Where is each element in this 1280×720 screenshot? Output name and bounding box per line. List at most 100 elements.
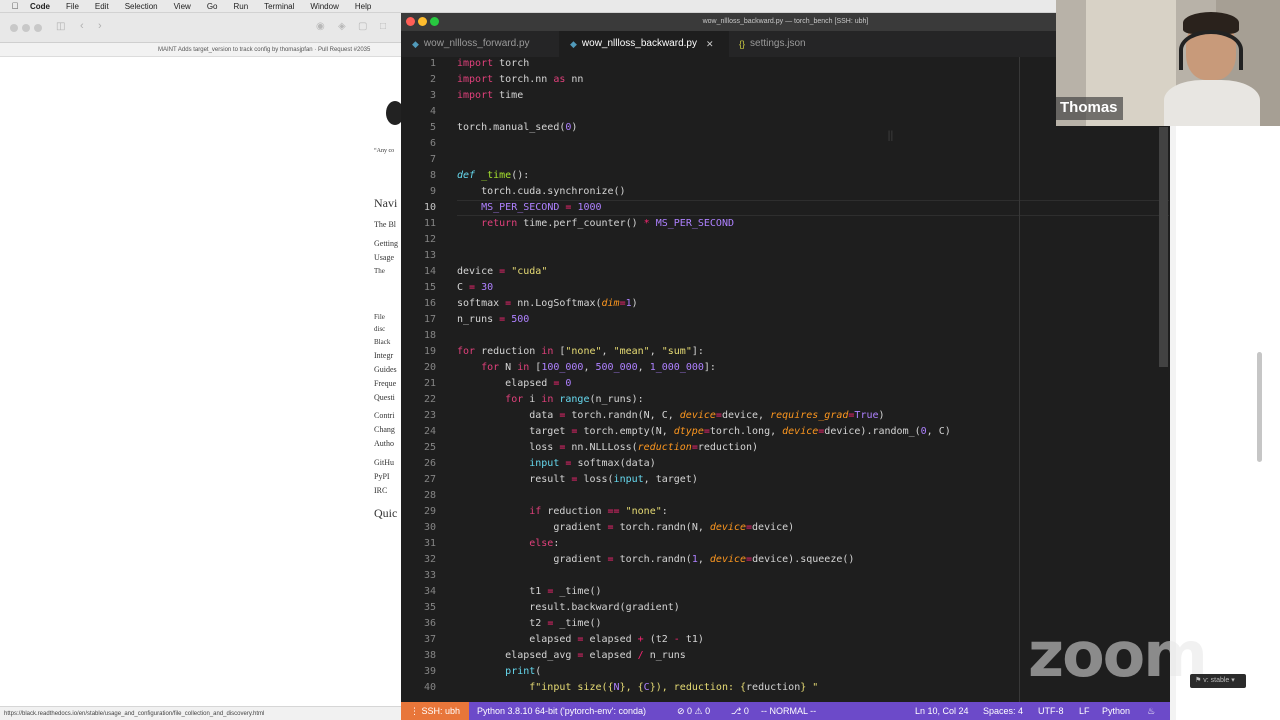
notifications-bell-icon[interactable]: ♨ bbox=[1147, 702, 1155, 720]
docs-nav-item[interactable]: Getting bbox=[374, 239, 398, 248]
docs-nav-item[interactable]: The Bl bbox=[374, 220, 396, 229]
code-line[interactable]: t2 = _time() bbox=[457, 616, 601, 632]
tab-settings[interactable]: {} settings.json bbox=[729, 31, 839, 57]
code-line[interactable]: return time.perf_counter() * MS_PER_SECO… bbox=[457, 216, 734, 232]
menu-app-name[interactable]: Code bbox=[30, 2, 50, 11]
docs-nav-item[interactable]: Freque bbox=[374, 379, 396, 388]
code-line[interactable]: result = loss(input, target) bbox=[457, 472, 698, 488]
docs-version-badge[interactable]: ⚑ v: stable ▾ bbox=[1190, 674, 1246, 688]
menu-run[interactable]: Run bbox=[233, 2, 248, 11]
code-line[interactable]: n_runs = 500 bbox=[457, 312, 529, 328]
code-line[interactable]: def _time(): bbox=[457, 168, 529, 184]
code-line[interactable]: softmax = nn.LogSoftmax(dim=1) bbox=[457, 296, 638, 312]
code-line[interactable]: torch.manual_seed(0) bbox=[457, 120, 577, 136]
code-line[interactable]: if reduction == "none": bbox=[457, 504, 668, 520]
window-minimize-dot-icon[interactable] bbox=[22, 24, 30, 32]
docs-nav-item[interactable]: Guides bbox=[374, 365, 397, 374]
editor-scrollbar[interactable] bbox=[1159, 127, 1168, 367]
line-number: 4 bbox=[429, 106, 436, 117]
docs-nav-item[interactable]: Contri bbox=[374, 411, 394, 420]
code-line[interactable]: t1 = _time() bbox=[457, 584, 601, 600]
docs-nav-item[interactable]: Autho bbox=[374, 439, 394, 448]
back-arrow-icon[interactable]: ‹ bbox=[80, 20, 84, 32]
line-number-current: 10 bbox=[423, 202, 436, 213]
ports-count[interactable]: ⎇ 0 bbox=[731, 702, 749, 720]
code-line[interactable]: import torch bbox=[457, 56, 529, 72]
window-zoom-dot-icon[interactable] bbox=[34, 24, 42, 32]
line-number: 16 bbox=[423, 298, 436, 309]
line-number: 31 bbox=[423, 538, 436, 549]
language-mode[interactable]: Python bbox=[1102, 702, 1130, 720]
line-number: 11 bbox=[423, 218, 436, 229]
code-line[interactable]: for i in range(n_runs): bbox=[457, 392, 644, 408]
menu-selection[interactable]: Selection bbox=[125, 2, 158, 11]
code-line[interactable]: device = "cuda" bbox=[457, 264, 547, 280]
code-line[interactable]: loss = nn.NLLLoss(reduction=reduction) bbox=[457, 440, 758, 456]
menu-file[interactable]: File bbox=[66, 2, 79, 11]
code-line[interactable]: result.backward(gradient) bbox=[457, 600, 680, 616]
code-editor[interactable]: 1 2 3 4 5 6 7 8 9 10 11 12 13 14 15 16 1… bbox=[401, 57, 1170, 702]
docs-nav-item[interactable]: GitHu bbox=[374, 458, 394, 467]
menu-help[interactable]: Help bbox=[355, 2, 371, 11]
docs-nav-item[interactable]: PyPI bbox=[374, 472, 390, 481]
window-close-dot-icon[interactable] bbox=[10, 24, 18, 32]
code-line[interactable]: gradient = torch.randn(N, device=device) bbox=[457, 520, 794, 536]
indentation[interactable]: Spaces: 4 bbox=[983, 702, 1023, 720]
forward-arrow-icon[interactable]: › bbox=[98, 20, 102, 32]
docs-nav-subitem[interactable]: File bbox=[374, 313, 385, 321]
code-line[interactable]: torch.cuda.synchronize() bbox=[457, 184, 626, 200]
code-line[interactable]: f"input size({N}, {C}), reduction: {redu… bbox=[457, 680, 818, 696]
close-icon[interactable]: ✕ bbox=[706, 31, 714, 57]
menu-window[interactable]: Window bbox=[310, 2, 338, 11]
code-line[interactable]: data = torch.randn(N, C, device=device, … bbox=[457, 408, 884, 424]
line-number: 32 bbox=[423, 554, 436, 565]
docs-nav-item[interactable]: Chang bbox=[374, 425, 395, 434]
sidebar-toggle-icon[interactable]: ◫ bbox=[56, 21, 65, 32]
code-line[interactable]: MS_PER_SECOND = 1000 bbox=[457, 200, 601, 216]
code-line[interactable]: input = softmax(data) bbox=[457, 456, 655, 472]
code-line[interactable]: elapsed_avg = elapsed / n_runs bbox=[457, 648, 686, 664]
code-line[interactable]: elapsed = elapsed + (t2 - t1) bbox=[457, 632, 704, 648]
browser-tab[interactable]: MAINT Adds target_version to track confi… bbox=[0, 43, 410, 57]
python-file-icon: ◆ bbox=[412, 39, 419, 49]
menu-terminal[interactable]: Terminal bbox=[264, 2, 294, 11]
docs-nav-subitem[interactable]: disc bbox=[374, 325, 385, 333]
docs-nav-subitem[interactable]: The bbox=[374, 267, 385, 275]
code-line[interactable]: for N in [100_000, 500_000, 1_000_000]: bbox=[457, 360, 716, 376]
code-line[interactable]: target = torch.empty(N, dtype=torch.long… bbox=[457, 424, 951, 440]
code-line[interactable]: print( bbox=[457, 664, 541, 680]
zoom-participant-video[interactable]: Thomas bbox=[1056, 0, 1280, 126]
code-line[interactable]: C = 30 bbox=[457, 280, 493, 296]
docs-nav-heading: Quic bbox=[374, 506, 398, 520]
extension-icon[interactable]: ▢ bbox=[358, 21, 367, 32]
code-line[interactable]: else: bbox=[457, 536, 559, 552]
tab-label: wow_nllloss_forward.py bbox=[423, 38, 530, 49]
line-number: 33 bbox=[423, 570, 436, 581]
tab-forward[interactable]: ◆ wow_nllloss_forward.py bbox=[401, 31, 559, 57]
python-interpreter[interactable]: Python 3.8.10 64-bit ('pytorch-env': con… bbox=[477, 702, 646, 720]
docs-nav-item[interactable]: IRC bbox=[374, 486, 387, 495]
code-line[interactable]: gradient = torch.randn(1, device=device)… bbox=[457, 552, 854, 568]
privacy-icon[interactable]: ◉ bbox=[316, 21, 325, 32]
shield-icon[interactable]: ◈ bbox=[338, 21, 346, 32]
docs-nav-item[interactable]: Usage bbox=[374, 253, 394, 262]
code-line[interactable]: for reduction in ["none", "mean", "sum"]… bbox=[457, 344, 704, 360]
docs-nav-item[interactable]: Integr bbox=[374, 351, 393, 360]
browser-scrollbar[interactable] bbox=[1257, 352, 1262, 462]
encoding[interactable]: UTF-8 bbox=[1038, 702, 1064, 720]
code-line[interactable]: import torch.nn as nn bbox=[457, 72, 583, 88]
end-of-line[interactable]: LF bbox=[1079, 702, 1090, 720]
docs-nav-subitem[interactable]: Black bbox=[374, 338, 390, 346]
menu-go[interactable]: Go bbox=[207, 2, 218, 11]
cursor-position[interactable]: Ln 10, Col 24 bbox=[915, 702, 969, 720]
tab-backward[interactable]: ◆ wow_nllloss_backward.py ✕ bbox=[559, 31, 729, 57]
remote-ssh-indicator[interactable]: ⋮ SSH: ubh bbox=[401, 702, 470, 720]
problems-count[interactable]: ⊘ 0 ⚠ 0 bbox=[677, 702, 710, 720]
docs-nav-item[interactable]: Questi bbox=[374, 393, 395, 402]
menu-edit[interactable]: Edit bbox=[95, 2, 109, 11]
code-line[interactable]: import time bbox=[457, 88, 523, 104]
share-icon[interactable]: □ bbox=[380, 21, 386, 32]
menu-view[interactable]: View bbox=[174, 2, 191, 11]
apple-menu-icon[interactable]:  bbox=[0, 1, 30, 11]
code-line[interactable]: elapsed = 0 bbox=[457, 376, 571, 392]
